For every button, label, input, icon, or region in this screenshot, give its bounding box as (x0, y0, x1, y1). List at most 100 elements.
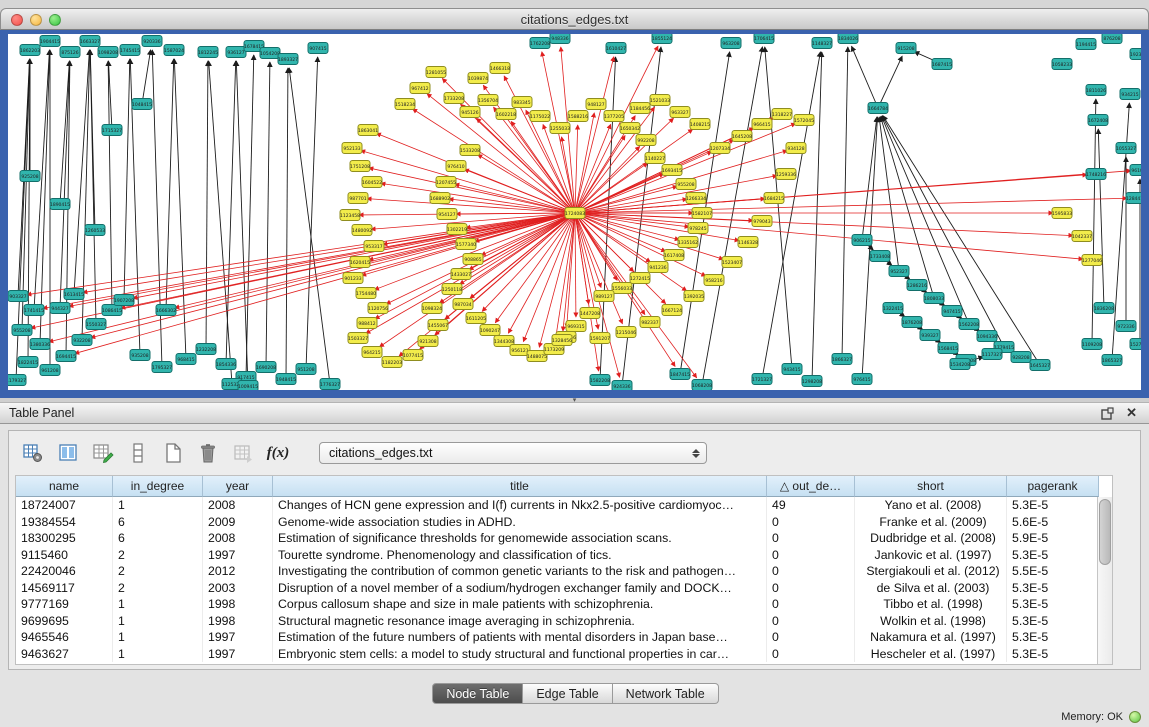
float-panel-icon[interactable] (1101, 407, 1114, 420)
network-table-select[interactable]: citations_edges.txt (319, 442, 707, 464)
graph-node[interactable]: 976415 (852, 374, 872, 385)
graph-node[interactable]: 1058233 (1052, 59, 1072, 70)
graph-node[interactable]: 1533208 (460, 145, 480, 156)
graph-node[interactable]: 1146328 (738, 237, 758, 248)
graph-node[interactable]: 1808033 (924, 293, 944, 304)
graph-node[interactable]: 1194415 (1076, 39, 1096, 50)
graph-node[interactable]: 1650342 (620, 123, 640, 134)
graph-node[interactable]: 961033 (1130, 165, 1141, 176)
graph-node[interactable]: 1009415 (238, 381, 258, 391)
graph-node[interactable]: 1215046 (616, 327, 636, 338)
graph-node[interactable]: 1380336 (30, 339, 50, 350)
graph-node[interactable]: 1284415 (1126, 193, 1141, 204)
graph-node[interactable]: 945126 (460, 107, 480, 118)
graph-node[interactable]: 1550327 (86, 319, 106, 330)
graph-node[interactable]: 1582107 (692, 208, 712, 219)
table-row[interactable]: 946554611997Estimation of the future num… (16, 629, 1112, 646)
graph-node[interactable]: 1748216 (1086, 169, 1106, 180)
graph-node[interactable]: 924336 (612, 381, 632, 391)
graph-node[interactable]: 915208 (896, 43, 916, 54)
graph-node[interactable]: 1588216 (568, 111, 588, 122)
graph-node[interactable]: 1733408 (870, 251, 890, 262)
graph-node[interactable]: 1595833 (1052, 208, 1072, 219)
graph-node[interactable]: 1907208 (114, 295, 134, 306)
graph-node[interactable]: 1866327 (832, 354, 852, 365)
graph-node[interactable]: 1098324 (422, 303, 442, 314)
graph-node[interactable]: 1518234 (395, 99, 415, 110)
graph-node[interactable]: 979043 (752, 216, 772, 227)
graph-node[interactable]: 903327 (8, 291, 28, 302)
graph-node[interactable]: 1610427 (606, 43, 626, 54)
graph-node[interactable]: 928208 (1011, 352, 1031, 363)
graph-node[interactable]: 958216 (704, 275, 724, 286)
hub-node[interactable]: 1724083 (565, 208, 585, 219)
graph-node[interactable]: 875126 (60, 47, 80, 58)
column-header-out_de[interactable]: △ out_de… (767, 476, 855, 497)
graph-node[interactable]: 1503327 (348, 333, 368, 344)
graph-node[interactable]: 1582208 (590, 375, 610, 386)
graph-node[interactable]: 983345 (512, 97, 532, 108)
graph-node[interactable]: 1904415 (40, 36, 60, 47)
graph-node[interactable]: 1335162 (678, 237, 698, 248)
graph-node[interactable]: 1182203 (382, 357, 402, 368)
graph-node[interactable]: 935208 (130, 350, 150, 361)
graph-node[interactable]: 1893327 (278, 54, 298, 65)
graph-node[interactable]: 952327 (889, 266, 909, 277)
graph-node[interactable]: 1042337 (1072, 231, 1092, 242)
table-row[interactable]: 1872400712008Changes of HCN gene express… (16, 497, 1112, 514)
graph-node[interactable]: 1408215 (690, 119, 710, 130)
graph-node[interactable]: 989127 (594, 291, 614, 302)
graph-node[interactable]: 969315 (566, 321, 586, 332)
new-table-button[interactable] (161, 441, 185, 465)
graph-node[interactable]: 1098208 (98, 47, 118, 58)
table-row[interactable]: 1830029562008Estimation of significance … (16, 530, 1112, 547)
row-tools-button[interactable] (126, 441, 150, 465)
graph-node[interactable]: 948336 (550, 34, 570, 44)
graph-node[interactable]: 921308 (418, 336, 438, 347)
graph-node[interactable]: 1433027 (451, 269, 471, 280)
graph-node[interactable]: 1863041 (358, 125, 378, 136)
graph-node[interactable]: 1822415 (18, 357, 38, 368)
graph-node[interactable]: 908865 (463, 254, 483, 265)
graph-node[interactable]: 1207334 (710, 143, 730, 154)
graph-node[interactable]: 1688902 (430, 193, 450, 204)
graph-node[interactable]: 1277046 (1082, 255, 1102, 266)
table-scrollbar[interactable] (1097, 497, 1112, 664)
graph-node[interactable]: 943415 (782, 364, 802, 375)
graph-node[interactable]: 1812245 (198, 47, 218, 58)
graph-node[interactable]: 1356704 (478, 95, 498, 106)
graph-node[interactable]: 967412 (410, 83, 430, 94)
window-titlebar[interactable]: citations_edges.txt (0, 8, 1149, 30)
table-row[interactable]: 2242004622012Investigating the contribut… (16, 563, 1112, 580)
graph-node[interactable]: 1377205 (604, 111, 624, 122)
graph-node[interactable]: 1776327 (320, 379, 340, 390)
graph-node[interactable]: 963208 (721, 38, 741, 49)
graph-node[interactable]: 1048415 (132, 99, 152, 110)
graph-node[interactable]: 1123458 (340, 210, 360, 221)
graph-node[interactable]: 939327 (920, 330, 940, 341)
graph-node[interactable]: 1117327 (982, 349, 1002, 360)
graph-node[interactable]: 1086415 (102, 305, 122, 316)
graph-node[interactable]: 982337 (640, 317, 660, 328)
graph-node[interactable]: 1854336 (216, 359, 236, 370)
function-builder-button[interactable]: f(x) (266, 441, 290, 465)
graph-node[interactable]: 1260533 (85, 225, 105, 236)
network-canvas[interactable]: 1863041952133175120816045229877011123458… (8, 34, 1141, 390)
graph-node[interactable]: 1645327 (1030, 360, 1050, 371)
graph-node[interactable]: 1322415 (883, 303, 903, 314)
graph-node[interactable]: 1862203 (20, 45, 40, 56)
graph-node[interactable]: 1602218 (496, 109, 516, 120)
graph-node[interactable]: 934128 (786, 143, 806, 154)
graph-node[interactable]: 955208 (676, 179, 696, 190)
table-settings-button[interactable] (21, 441, 45, 465)
graph-node[interactable]: 1207455 (436, 177, 456, 188)
delete-table-button[interactable] (196, 441, 220, 465)
tab-edge-table[interactable]: Edge Table (523, 683, 612, 704)
graph-node[interactable]: 1140227 (645, 153, 665, 164)
graph-node[interactable]: 951208 (296, 364, 316, 375)
tab-node-table[interactable]: Node Table (432, 683, 523, 704)
scrollbar-thumb[interactable] (1099, 499, 1111, 565)
graph-node[interactable]: 1184456 (630, 103, 650, 114)
graph-node[interactable]: 1534208 (950, 359, 970, 370)
graph-node[interactable]: 1039874 (468, 73, 488, 84)
